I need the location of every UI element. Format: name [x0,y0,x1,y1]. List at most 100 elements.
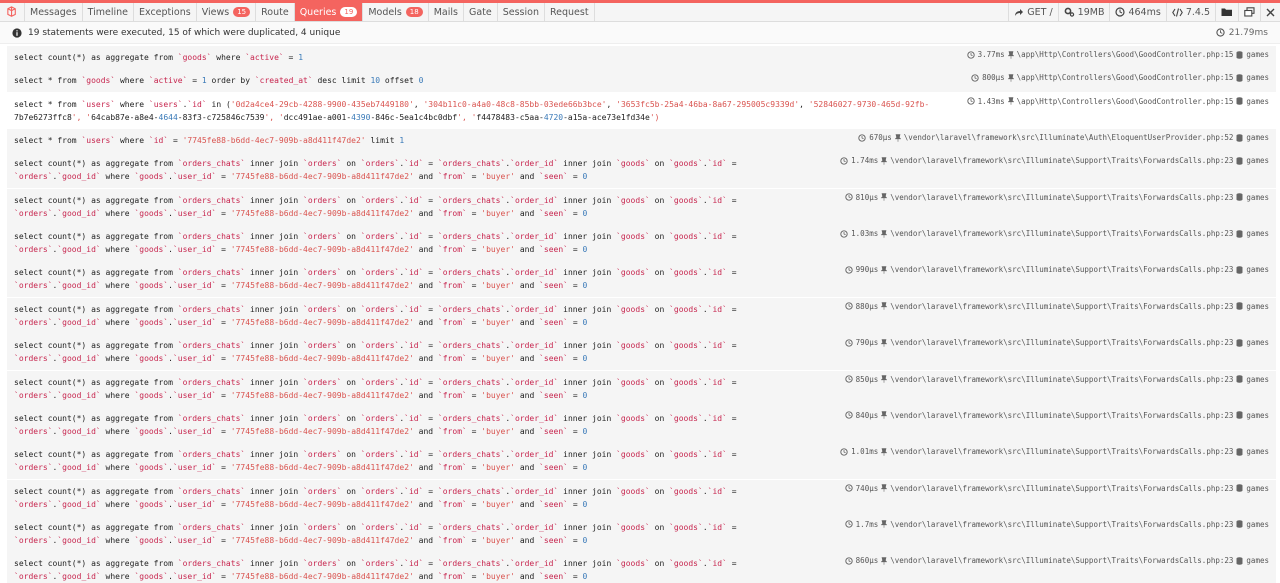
query-source[interactable]: \vendor\laravel\framework\src\Illuminate… [904,133,1234,142]
query-row[interactable]: select * from `goods` where `active` = 1… [7,69,1276,93]
thumbtack-icon [881,229,888,238]
share-icon [1014,8,1024,17]
thumbtack-icon [881,411,888,420]
query-source[interactable]: \vendor\laravel\framework\src\Illuminate… [890,302,1233,311]
tab-gate[interactable]: Gate [464,3,498,21]
clock-icon [1216,28,1225,37]
clock-icon [844,411,853,420]
clock-icon [844,557,853,565]
thumbtack-icon [881,302,888,311]
clock-icon [844,338,853,347]
query-row[interactable]: select count(*) as aggregate from `order… [7,261,1276,298]
query-source[interactable]: \app\Http\Controllers\Good\GoodControlle… [1017,50,1234,59]
query-meta: 860μs \vendor\laravel\framework\src\Illum… [844,556,1269,566]
database-icon [1236,266,1243,274]
query-source[interactable]: \vendor\laravel\framework\src\Illuminate… [890,265,1233,274]
database-icon [1236,302,1243,310]
database-icon [1236,375,1243,383]
query-sql: select count(*) as aggregate from `order… [14,304,737,327]
clock-icon [840,157,848,165]
request-method-text: GET / [1027,6,1053,18]
database-icon [1236,229,1243,238]
query-sql: select count(*) as aggregate from `order… [14,413,737,436]
thumbtack-icon [881,338,888,347]
tab-views[interactable]: Views 15 [197,3,257,21]
tab-models[interactable]: Models 18 [363,3,429,21]
query-source[interactable]: \app\Http\Controllers\Good\GoodControlle… [1017,97,1234,106]
query-duration: 790μs [855,338,879,348]
tab-count-badge: 18 [405,7,423,17]
query-row[interactable]: select count(*) as aggregate from `order… [7,152,1276,189]
laravel-logo-icon[interactable] [0,3,24,21]
tab-label: Queries [299,6,337,18]
query-meta: 3.77ms \app\Http\Controllers\Good\GoodCon… [966,50,1269,59]
query-source[interactable]: \vendor\laravel\framework\src\Illuminate… [890,447,1233,456]
query-row[interactable]: select * from `users` where `id` = '7745… [7,129,1276,153]
query-connection: games [1246,519,1269,529]
request-duration[interactable]: 464ms [1109,3,1165,21]
memory-usage[interactable]: 19MB [1057,3,1110,21]
database-icon [1236,520,1243,529]
query-duration: 880μs [855,301,879,311]
tab-messages[interactable]: Messages [24,3,83,21]
query-connection: games [1246,192,1269,202]
query-row[interactable]: select count(*) as aggregate from `goods… [7,46,1276,69]
query-source[interactable]: \app\Http\Controllers\Good\GoodControlle… [1017,73,1234,82]
tab-exceptions[interactable]: Exceptions [134,3,197,21]
tab-count-badge: 15 [233,7,251,17]
tab-queries[interactable]: Queries 19 [294,3,364,21]
tab-route[interactable]: Route [256,3,295,21]
tab-timeline[interactable]: Timeline [83,3,134,21]
tab-request[interactable]: Request [545,3,595,21]
query-source[interactable]: \vendor\laravel\framework\src\Illuminate… [890,375,1233,384]
query-duration: 670μs [869,133,892,143]
query-sql: select count(*) as aggregate from `order… [14,522,737,545]
restore-button[interactable] [1238,3,1260,21]
query-row[interactable]: select count(*) as aggregate from `order… [7,188,1276,225]
cogs-icon [1064,7,1075,17]
query-duration: 1.74ms [851,156,879,166]
query-source[interactable]: \vendor\laravel\framework\src\Illuminate… [890,229,1233,238]
query-duration: 1.43ms [977,96,1005,106]
query-row[interactable]: select count(*) as aggregate from `order… [7,552,1276,583]
query-row[interactable]: select * from `users` where `users`.`id`… [7,92,1276,129]
query-row[interactable]: select count(*) as aggregate from `order… [7,334,1276,371]
tab-mails[interactable]: Mails [429,3,464,21]
query-source[interactable]: \vendor\laravel\framework\src\Illuminate… [890,411,1233,420]
debugbar-header: Messages Timeline Exceptions Views 15 Route Qu… [0,3,1280,22]
close-button[interactable] [1260,3,1280,21]
clock-icon [844,266,853,274]
query-row[interactable]: select count(*) as aggregate from `order… [7,443,1276,480]
php-version[interactable]: 7.4.5 [1165,3,1215,21]
request-method[interactable]: GET / [1008,3,1057,21]
query-row[interactable]: select count(*) as aggregate from `order… [7,515,1276,552]
query-source[interactable]: \vendor\laravel\framework\src\Illuminate… [890,338,1233,347]
query-row[interactable]: select count(*) as aggregate from `order… [7,370,1276,407]
query-source[interactable]: \vendor\laravel\framework\src\Illuminate… [890,156,1233,165]
open-history-button[interactable] [1215,3,1238,21]
query-sql: select count(*) as aggregate from `order… [14,377,737,400]
query-duration: 860μs [855,556,879,566]
query-source[interactable]: \vendor\laravel\framework\src\Illuminate… [890,520,1233,529]
thumbtack-icon [1007,74,1014,82]
query-row[interactable]: select count(*) as aggregate from `order… [7,297,1276,334]
database-icon [1236,193,1243,201]
close-icon [1266,8,1275,17]
database-icon [1236,557,1243,565]
database-icon [1236,338,1243,347]
tab-label: Gate [468,6,492,18]
tab-session[interactable]: Session [498,3,545,21]
query-row[interactable]: select count(*) as aggregate from `order… [7,406,1276,443]
query-row[interactable]: select count(*) as aggregate from `order… [7,479,1276,516]
query-meta: 880μs \vendor\laravel\framework\src\Illum… [844,301,1269,311]
query-source[interactable]: \vendor\laravel\framework\src\Illuminate… [890,484,1233,493]
code-icon [1171,7,1183,17]
query-connection: games [1246,338,1269,348]
query-source[interactable]: \vendor\laravel\framework\src\Illuminate… [890,193,1233,202]
query-row[interactable]: select count(*) as aggregate from `order… [7,225,1276,262]
query-sql: select * from `users` where `id` = '7745… [14,136,405,146]
query-source[interactable]: \vendor\laravel\framework\src\Illuminate… [890,556,1233,565]
query-meta: 1.03ms \vendor\laravel\framework\src\Illu… [840,229,1269,238]
thumbtack-icon [894,133,901,142]
query-meta: 1.7ms \vendor\laravel\framework\src\Illum… [844,519,1269,529]
